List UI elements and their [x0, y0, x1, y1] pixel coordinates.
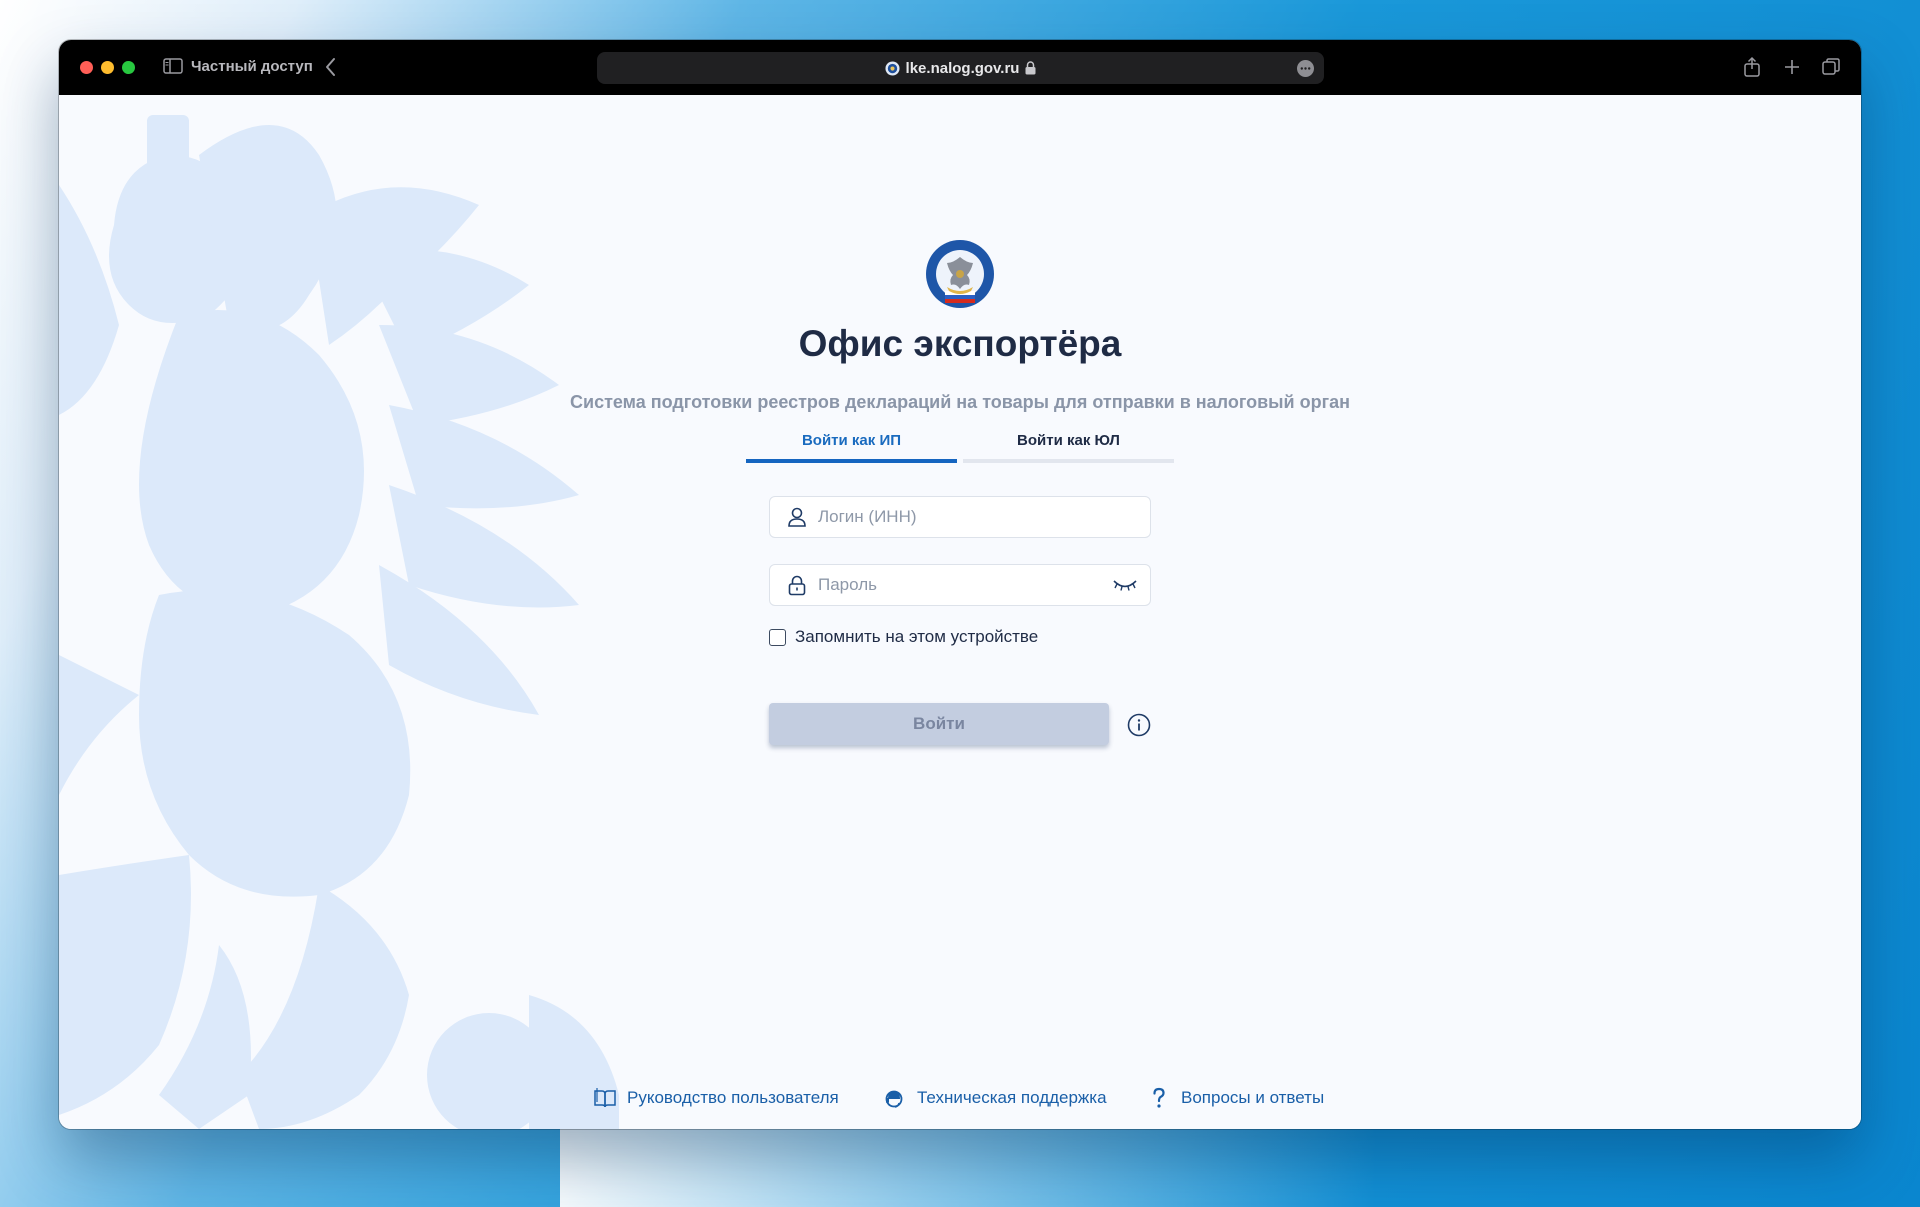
new-tab-icon[interactable]	[1781, 56, 1803, 78]
question-icon	[1153, 1087, 1165, 1108]
url-text: lke.nalog.gov.ru	[905, 59, 1020, 77]
zoom-window-button[interactable]	[122, 61, 135, 74]
password-input[interactable]	[808, 565, 1112, 605]
login-field	[769, 496, 1151, 538]
tab-login-ip[interactable]: Войти как ИП	[746, 419, 957, 463]
eagle-watermark-icon	[59, 115, 619, 1129]
browser-window: Частный доступ lke.nalog.gov.ru Офис экс…	[59, 40, 1861, 1129]
tech-support-label: Техническая поддержка	[917, 1088, 1107, 1107]
page-title: Офис экспортёра	[798, 323, 1122, 364]
password-field	[769, 564, 1151, 606]
page-subtitle: Система подготовки реестров деклараций н…	[570, 392, 1350, 412]
site-favicon-icon	[885, 60, 900, 76]
page-content: Офис экспортёра Система подготовки реест…	[59, 95, 1861, 1129]
user-icon	[788, 507, 806, 527]
address-bar[interactable]: lke.nalog.gov.ru	[597, 52, 1324, 84]
remember-label: Запомнить на этом устройстве	[795, 627, 1039, 646]
tech-support-link[interactable]: Техническая поддержка	[883, 1087, 1107, 1109]
faq-link[interactable]: Вопросы и ответы	[1147, 1087, 1324, 1109]
page-menu-icon[interactable]	[1297, 60, 1314, 77]
user-guide-link[interactable]: Руководство пользователя	[593, 1087, 839, 1109]
eye-closed-icon[interactable]	[1112, 578, 1138, 592]
tab-login-ul[interactable]: Войти как ЮЛ	[963, 419, 1174, 463]
tab-overview-icon[interactable]	[1820, 56, 1842, 78]
book-icon	[594, 1088, 616, 1108]
close-window-button[interactable]	[80, 61, 93, 74]
minimize-window-button[interactable]	[101, 61, 114, 74]
lock-icon	[1025, 61, 1036, 75]
faq-label: Вопросы и ответы	[1181, 1088, 1325, 1107]
fns-emblem-icon	[926, 240, 994, 308]
share-icon[interactable]	[1741, 56, 1763, 78]
login-input[interactable]	[808, 497, 1150, 537]
info-icon[interactable]	[1127, 713, 1151, 737]
back-icon[interactable]	[323, 56, 339, 78]
user-guide-label: Руководство пользователя	[627, 1088, 839, 1107]
remember-checkbox[interactable]	[769, 628, 786, 646]
remember-device[interactable]: Запомнить на этом устройстве	[769, 627, 1038, 647]
private-browsing-label: Частный доступ	[191, 58, 313, 75]
sidebar-icon[interactable]	[163, 58, 183, 74]
support-icon	[885, 1090, 903, 1108]
browser-toolbar: Частный доступ lke.nalog.gov.ru	[59, 40, 1861, 95]
login-button[interactable]: Войти	[769, 703, 1109, 745]
padlock-icon	[788, 575, 806, 596]
